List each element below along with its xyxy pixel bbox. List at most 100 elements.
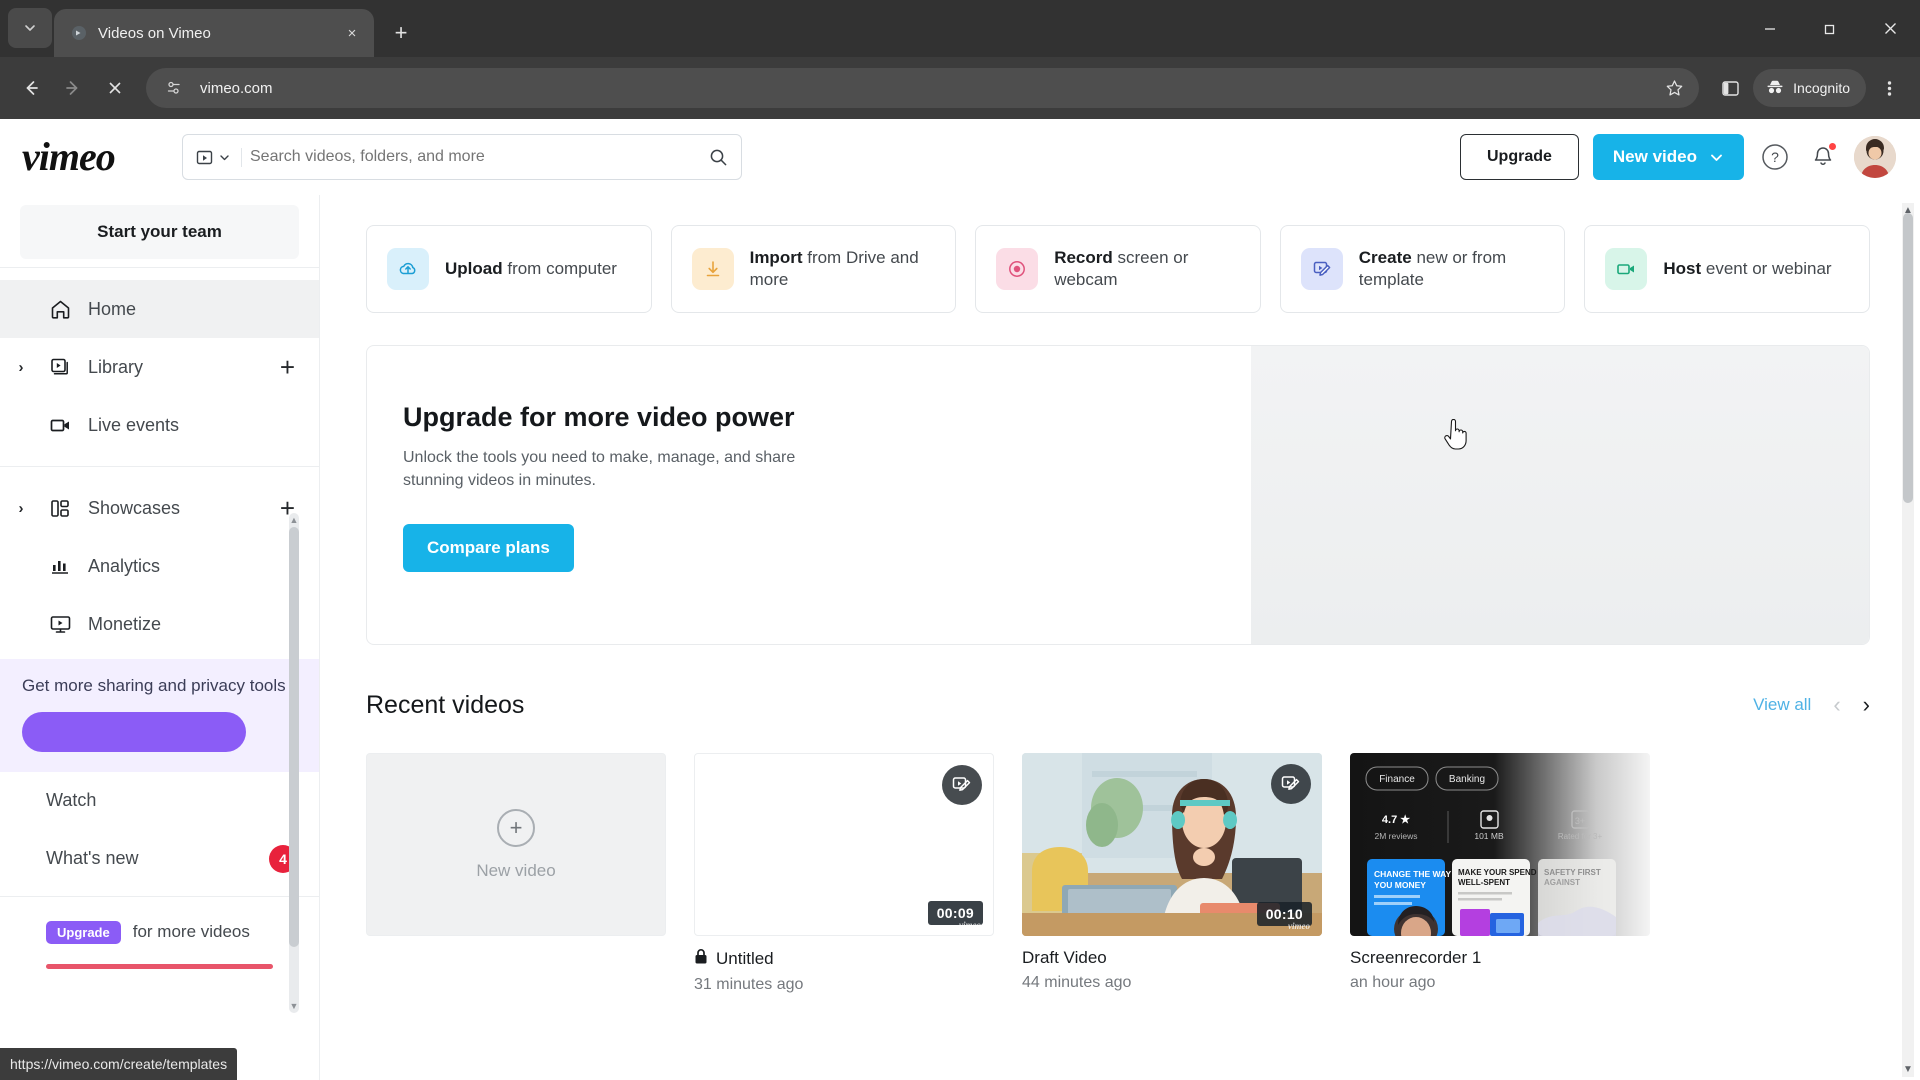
sidebar-promo-text: Get more sharing and privacy tools (22, 676, 286, 695)
webinar-camera-icon (1605, 248, 1648, 290)
action-card-record-text: Record screen or webcam (1054, 247, 1189, 289)
bar-chart-icon (46, 555, 74, 578)
stop-loading-button[interactable] (96, 69, 134, 107)
search-bar[interactable] (182, 134, 742, 180)
svg-text:AGAINST: AGAINST (1544, 878, 1580, 887)
address-bar[interactable]: vimeo.com (146, 68, 1700, 108)
sidebar-promo-button[interactable] (22, 711, 246, 752)
svg-text:3+: 3+ (1575, 816, 1585, 826)
action-card-host-text: Host event or webinar (1663, 258, 1832, 278)
upgrade-banner-subtitle: Unlock the tools you need to make, manag… (403, 449, 796, 489)
sidebar-item-whats-new[interactable]: What's new 4 (0, 830, 319, 888)
page-scroll-thumb[interactable] (1903, 213, 1913, 503)
window-controls (1740, 0, 1920, 57)
action-card-host[interactable]: Host event or webinar (1584, 225, 1870, 313)
sidebar-divider (0, 267, 319, 268)
video-card-new[interactable]: + New video (366, 753, 666, 994)
sidebar-item-live-events[interactable]: › Live events (0, 396, 319, 454)
sidebar-item-library[interactable]: › Library + (0, 338, 319, 396)
window-maximize-button[interactable] (1800, 0, 1860, 57)
sidebar-label-home: Home (88, 298, 137, 319)
video-thumbnail[interactable]: Finance Banking 4.7 ★ 2M reviews 101 MB (1350, 753, 1650, 936)
recent-videos-title: Recent videos (366, 690, 525, 719)
edit-video-icon[interactable] (942, 765, 982, 805)
window-minimize-button[interactable] (1740, 0, 1800, 57)
view-all-link[interactable]: View all (1753, 695, 1811, 715)
forward-button[interactable] (54, 69, 92, 107)
sidebar: Start your team › Home › (0, 195, 320, 1080)
sidebar-scroll-up-arrow[interactable]: ▲ (289, 515, 299, 525)
sidebar-promo-card[interactable]: Get more sharing and privacy tools (0, 659, 319, 772)
vimeo-header: vimeo Upgrade New video ? (0, 119, 1920, 195)
video-card-untitled[interactable]: 00:09 vimeo Untitled 31 minutes ago (694, 753, 994, 994)
video-filter-icon (196, 150, 213, 164)
upgrade-button[interactable]: Upgrade (1460, 134, 1579, 180)
edit-video-icon[interactable] (1271, 764, 1311, 804)
compare-plans-button[interactable]: Compare plans (403, 524, 574, 573)
video-thumbnail[interactable]: 00:09 vimeo (694, 753, 994, 936)
notifications-bell-icon[interactable] (1806, 140, 1840, 174)
add-library-button[interactable]: + (280, 354, 295, 380)
video-title: Screenrecorder 1 (1350, 948, 1482, 967)
incognito-indicator[interactable]: Incognito (1753, 69, 1866, 107)
sidebar-item-watch[interactable]: Watch (0, 772, 319, 830)
notification-dot (1828, 142, 1837, 151)
action-card-import[interactable]: Import from Drive and more (670, 225, 957, 313)
window-close-button[interactable] (1860, 0, 1920, 57)
search-input[interactable] (250, 148, 697, 166)
page-scrollbar[interactable]: ▲ ▼ (1902, 203, 1914, 1077)
thumbnail-image: Finance Banking 4.7 ★ 2M reviews 101 MB (1350, 753, 1650, 936)
create-edit-icon (1300, 248, 1343, 290)
chevron-left-icon[interactable]: ‹ (1833, 692, 1840, 718)
video-timestamp: 44 minutes ago (1022, 974, 1132, 991)
page-content: vimeo Upgrade New video ? (0, 119, 1920, 1080)
upgrade-chip[interactable]: Upgrade (46, 920, 121, 944)
monetize-icon (46, 613, 74, 636)
action-card-upload-text: Upload from computer (445, 258, 617, 278)
sidebar-upgrade-row[interactable]: Upgrade for more videos (0, 905, 319, 954)
tab-close-icon[interactable]: × (340, 21, 364, 45)
video-card-draft[interactable]: 00:10 vimeo Draft Video 44 minutes ago (1022, 753, 1322, 994)
action-card-create[interactable]: Create new or from template (1279, 225, 1566, 313)
search-scope-selector[interactable] (195, 147, 242, 167)
chevron-down-icon (220, 154, 229, 160)
video-thumbnail[interactable]: 00:10 vimeo (1022, 753, 1322, 936)
three-dot-menu-icon[interactable] (1870, 69, 1908, 107)
sidebar-item-home[interactable]: › Home (0, 280, 319, 338)
start-your-team-button[interactable]: Start your team (20, 205, 299, 259)
star-icon[interactable] (1655, 69, 1693, 107)
vimeo-favicon (70, 24, 88, 42)
sidebar-label-whats-new: What's new (46, 848, 139, 869)
action-card-upload[interactable]: Upload from computer (366, 225, 652, 313)
action-card-import-text: Import from Drive and more (749, 247, 919, 289)
sidebar-scrollbar[interactable]: ▲ ▼ (289, 513, 299, 1013)
help-icon[interactable]: ? (1758, 140, 1792, 174)
back-button[interactable] (12, 69, 50, 107)
vimeo-logo[interactable]: vimeo (18, 137, 168, 177)
browser-tab[interactable]: Videos on Vimeo × (54, 9, 374, 57)
side-panel-icon[interactable] (1711, 69, 1749, 107)
chevron-right-icon[interactable]: › (1863, 692, 1870, 718)
quick-action-cards: Upload from computer Import from Drive a… (366, 195, 1870, 313)
new-tab-button[interactable]: + (384, 16, 418, 50)
svg-text:Banking: Banking (1449, 774, 1485, 785)
tab-search-button[interactable] (8, 8, 52, 48)
sidebar-item-showcases[interactable]: › Showcases + (0, 479, 319, 537)
site-settings-icon[interactable] (160, 74, 188, 102)
recent-videos-controls: View all ‹ › (1753, 692, 1870, 718)
svg-text:YOU MONEY: YOU MONEY (1374, 880, 1426, 890)
chevron-right-icon[interactable]: › (10, 500, 32, 517)
chevron-right-icon[interactable]: › (10, 359, 32, 376)
search-icon[interactable] (705, 144, 731, 170)
new-video-thumbnail[interactable]: + New video (366, 753, 666, 936)
sidebar-scroll-thumb[interactable] (289, 527, 299, 947)
scroll-down-arrow[interactable]: ▼ (1902, 1064, 1914, 1075)
link-status-bar: https://vimeo.com/create/templates (0, 1048, 238, 1080)
video-card-screenrecorder[interactable]: Finance Banking 4.7 ★ 2M reviews 101 MB (1350, 753, 1650, 994)
user-avatar[interactable] (1854, 136, 1896, 178)
action-card-record[interactable]: Record screen or webcam (975, 225, 1261, 313)
new-video-button[interactable]: New video (1592, 134, 1744, 180)
sidebar-item-analytics[interactable]: › Analytics (0, 537, 319, 595)
sidebar-scroll-down-arrow[interactable]: ▼ (289, 1001, 299, 1011)
sidebar-item-monetize[interactable]: › Monetize (0, 595, 319, 653)
